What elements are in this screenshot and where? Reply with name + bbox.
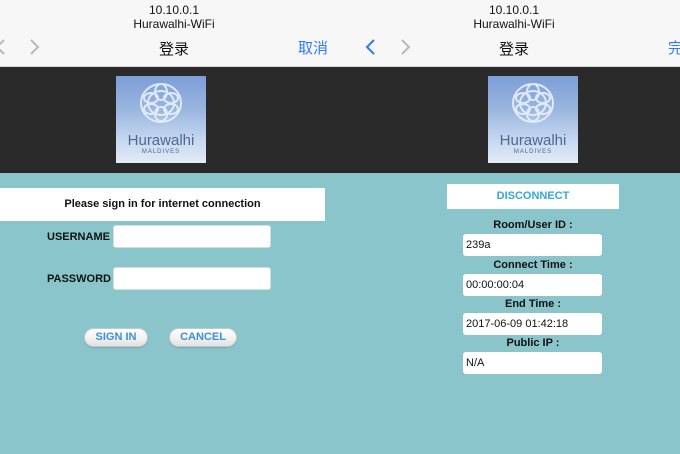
network-ssid: Hurawalhi-WiFi (133, 17, 215, 31)
logo-ring-icon (512, 83, 554, 123)
end-time-value: 2017-06-09 01:42:18 (463, 313, 602, 335)
hotel-banner: Hurawalhi MALDIVES (0, 67, 348, 173)
signin-heading-bar: Please sign in for internet connection (0, 188, 325, 221)
hurawalhi-logo: Hurawalhi MALDIVES (488, 76, 578, 163)
logo-name: Hurawalhi (499, 132, 567, 149)
connect-time-label: Connect Time : (493, 259, 573, 271)
logo-ring-icon (140, 83, 182, 123)
signin-heading: Please sign in for internet connection (64, 198, 261, 210)
network-ssid: Hurawalhi-WiFi (473, 17, 555, 31)
logo-name: Hurawalhi (127, 132, 195, 149)
end-time-label: End Time : (504, 298, 562, 310)
disconnect-button[interactable]: DISCONNECT (447, 184, 619, 209)
session-panel: 10.10.0.1 Hurawalhi-WiFi 登录 完 Hurawalhi … (348, 0, 680, 454)
navigation-bar: 10.10.0.1 Hurawalhi-WiFi 登录 取消 (0, 0, 348, 67)
username-label: USERNAME (47, 231, 110, 243)
logo-subtitle: MALDIVES (141, 149, 181, 155)
done-nav-button[interactable]: 完 (668, 37, 680, 58)
network-ip: 10.10.0.1 (148, 3, 200, 17)
connect-time-value: 00:00:00:04 (463, 274, 602, 296)
room-id-value: 239a (463, 234, 602, 256)
login-panel: 10.10.0.1 Hurawalhi-WiFi 登录 取消 Hurawalhi… (0, 0, 348, 454)
hurawalhi-logo: Hurawalhi MALDIVES (116, 76, 206, 163)
password-label: PASSWORD (47, 273, 111, 285)
page-title: 登录 (498, 40, 529, 58)
room-id-label: Room/User ID : (493, 219, 573, 231)
page-title: 登录 (158, 40, 189, 58)
hotel-banner: Hurawalhi MALDIVES (348, 67, 680, 173)
public-ip-label: Public IP : (506, 337, 560, 349)
public-ip-value: N/A (463, 352, 602, 374)
network-ip: 10.10.0.1 (488, 3, 540, 17)
password-input[interactable] (113, 267, 271, 290)
logo-subtitle: MALDIVES (513, 149, 553, 155)
username-input[interactable] (113, 225, 271, 248)
navigation-bar: 10.10.0.1 Hurawalhi-WiFi 登录 完 (348, 0, 680, 67)
cancel-nav-button[interactable]: 取消 (298, 37, 328, 58)
sign-in-button[interactable]: SIGN IN (84, 328, 148, 347)
cancel-button[interactable]: CANCEL (169, 328, 237, 347)
